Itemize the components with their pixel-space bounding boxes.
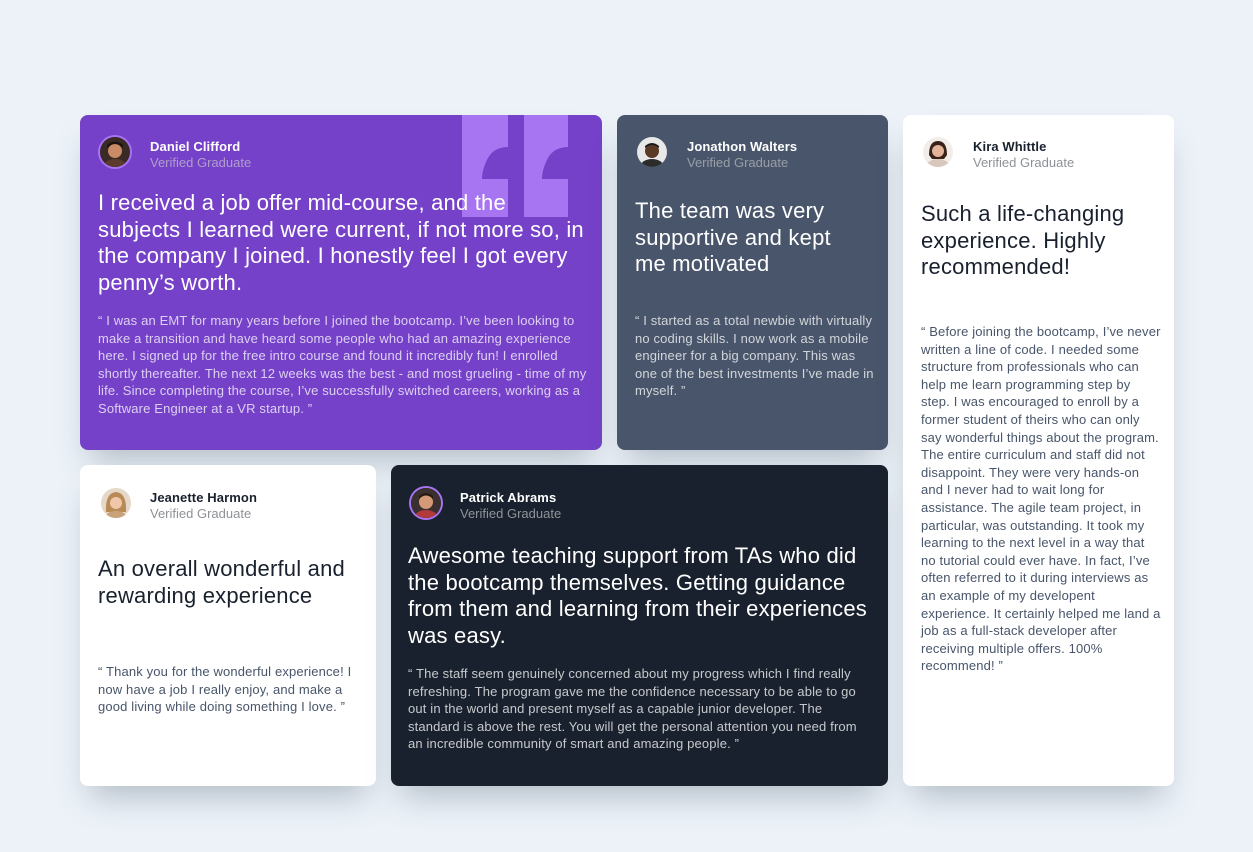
testimonial-headline: Such a life-changing experience. Highly … xyxy=(921,201,1125,279)
testimonial-card-kira-whittle: Kira Whittle Verified Graduate Such a li… xyxy=(903,115,1174,786)
avatar-patrick-abrams xyxy=(411,488,441,518)
author-role: Verified Graduate xyxy=(973,155,1075,170)
author-name: Patrick Abrams xyxy=(460,490,557,505)
author-role: Verified Graduate xyxy=(150,506,252,521)
author-name: Jeanette Harmon xyxy=(150,490,257,505)
avatar-jonathon-walters xyxy=(637,137,667,167)
testimonial-headline: An overall wonderful and rewarding exper… xyxy=(98,556,345,608)
avatar-daniel-clifford xyxy=(100,137,130,167)
testimonial-card-jonathon-walters: Jonathon Walters Verified Graduate The t… xyxy=(617,115,888,450)
author-name: Daniel Clifford xyxy=(150,139,241,154)
author-name: Jonathon Walters xyxy=(687,139,798,154)
testimonial-card-patrick-abrams: Patrick Abrams Verified Graduate Awesome… xyxy=(391,465,888,786)
author-role: Verified Graduate xyxy=(460,506,562,521)
author-name: Kira Whittle xyxy=(973,139,1047,154)
testimonial-headline: I received a job offer mid-course, and t… xyxy=(98,190,584,295)
testimonial-body: “ I started as a total newbie with virtu… xyxy=(635,313,874,399)
testimonial-body: “ Before joining the bootcamp, I’ve neve… xyxy=(921,324,1161,674)
testimonial-body: “ The staff seem genuinely concerned abo… xyxy=(408,666,857,752)
author-role: Verified Graduate xyxy=(150,155,252,170)
testimonial-headline: The team was very supportive and kept me… xyxy=(635,198,831,276)
author-role: Verified Graduate xyxy=(687,155,789,170)
testimonial-body: “ I was an EMT for many years before I j… xyxy=(98,313,587,416)
testimonial-card-daniel-clifford: Daniel Clifford Verified Graduate I rece… xyxy=(80,115,602,450)
testimonial-headline: Awesome teaching support from TAs who di… xyxy=(408,543,867,648)
avatar-jeanette-harmon xyxy=(101,488,131,518)
avatar-kira-whittle xyxy=(923,137,953,167)
testimonial-body: “ Thank you for the wonderful experience… xyxy=(98,664,352,715)
testimonial-card-jeanette-harmon: Jeanette Harmon Verified Graduate An ove… xyxy=(80,465,376,786)
